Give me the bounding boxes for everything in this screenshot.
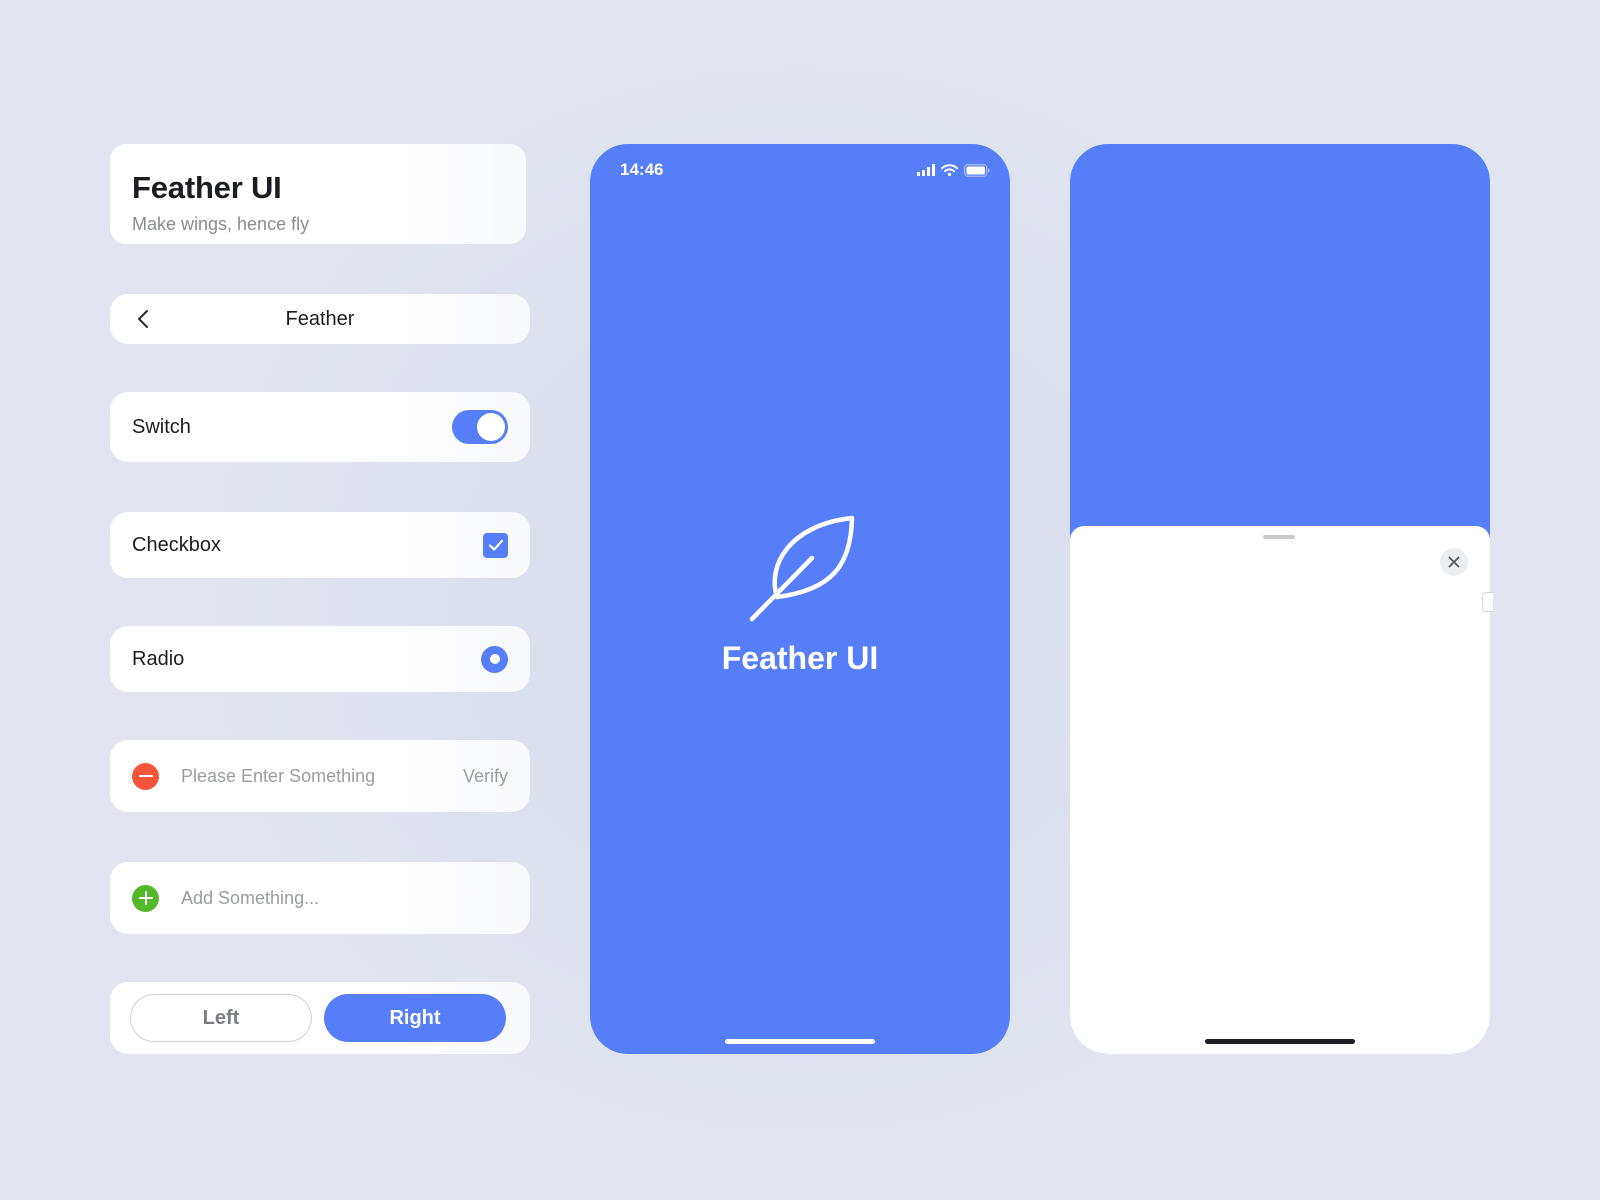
home-indicator (725, 1039, 875, 1044)
app-subtitle: Make wings, hence fly (132, 214, 310, 234)
bottom-sheet (1070, 526, 1490, 1054)
sheet-screen (1070, 144, 1490, 1054)
add-row (110, 862, 530, 934)
chevron-left-icon[interactable] (132, 307, 156, 331)
add-input[interactable] (181, 887, 508, 909)
sheet-edge-tab (1482, 592, 1493, 612)
text-input[interactable] (181, 765, 463, 787)
minus-circle-icon[interactable] (132, 762, 159, 790)
radio-label: Radio (132, 647, 185, 670)
nav-bar: Feather (110, 294, 530, 344)
close-icon[interactable] (1440, 548, 1468, 576)
checkmark-icon (488, 539, 503, 551)
feather-leaf-icon (749, 515, 855, 622)
splash-title: Feather UI (721, 640, 879, 676)
signal-icon (917, 164, 935, 176)
radio-row: Radio (110, 626, 530, 692)
radio-button[interactable] (481, 645, 508, 673)
wifi-icon (941, 164, 958, 176)
switch-knob (477, 413, 505, 441)
switch-label: Switch (132, 415, 191, 438)
app-title: Feather UI (132, 170, 282, 205)
checkbox[interactable] (483, 532, 508, 558)
sheet-grabber[interactable] (1263, 535, 1295, 539)
status-time: 14:46 (620, 160, 664, 179)
nav-title: Feather (285, 307, 355, 330)
radio-dot (489, 654, 500, 664)
battery-icon (964, 163, 990, 177)
splash-screen: 14:46 Feather UI (590, 144, 1010, 1054)
input-row: Verify (110, 740, 530, 812)
verify-button[interactable]: Verify (463, 766, 508, 787)
home-indicator (1205, 1039, 1355, 1044)
right-button[interactable]: Right (324, 994, 506, 1042)
status-icons (917, 163, 990, 177)
switch-row: Switch (110, 392, 530, 462)
toggle-switch[interactable] (452, 410, 508, 444)
checkbox-row: Checkbox (110, 512, 530, 578)
button-group: Left Right (110, 982, 530, 1054)
left-button[interactable]: Left (130, 994, 312, 1042)
status-bar: 14:46 (620, 158, 990, 182)
checkbox-label: Checkbox (132, 533, 221, 556)
title-card: Feather UI Make wings, hence fly (110, 144, 526, 244)
plus-circle-icon[interactable] (132, 884, 159, 912)
